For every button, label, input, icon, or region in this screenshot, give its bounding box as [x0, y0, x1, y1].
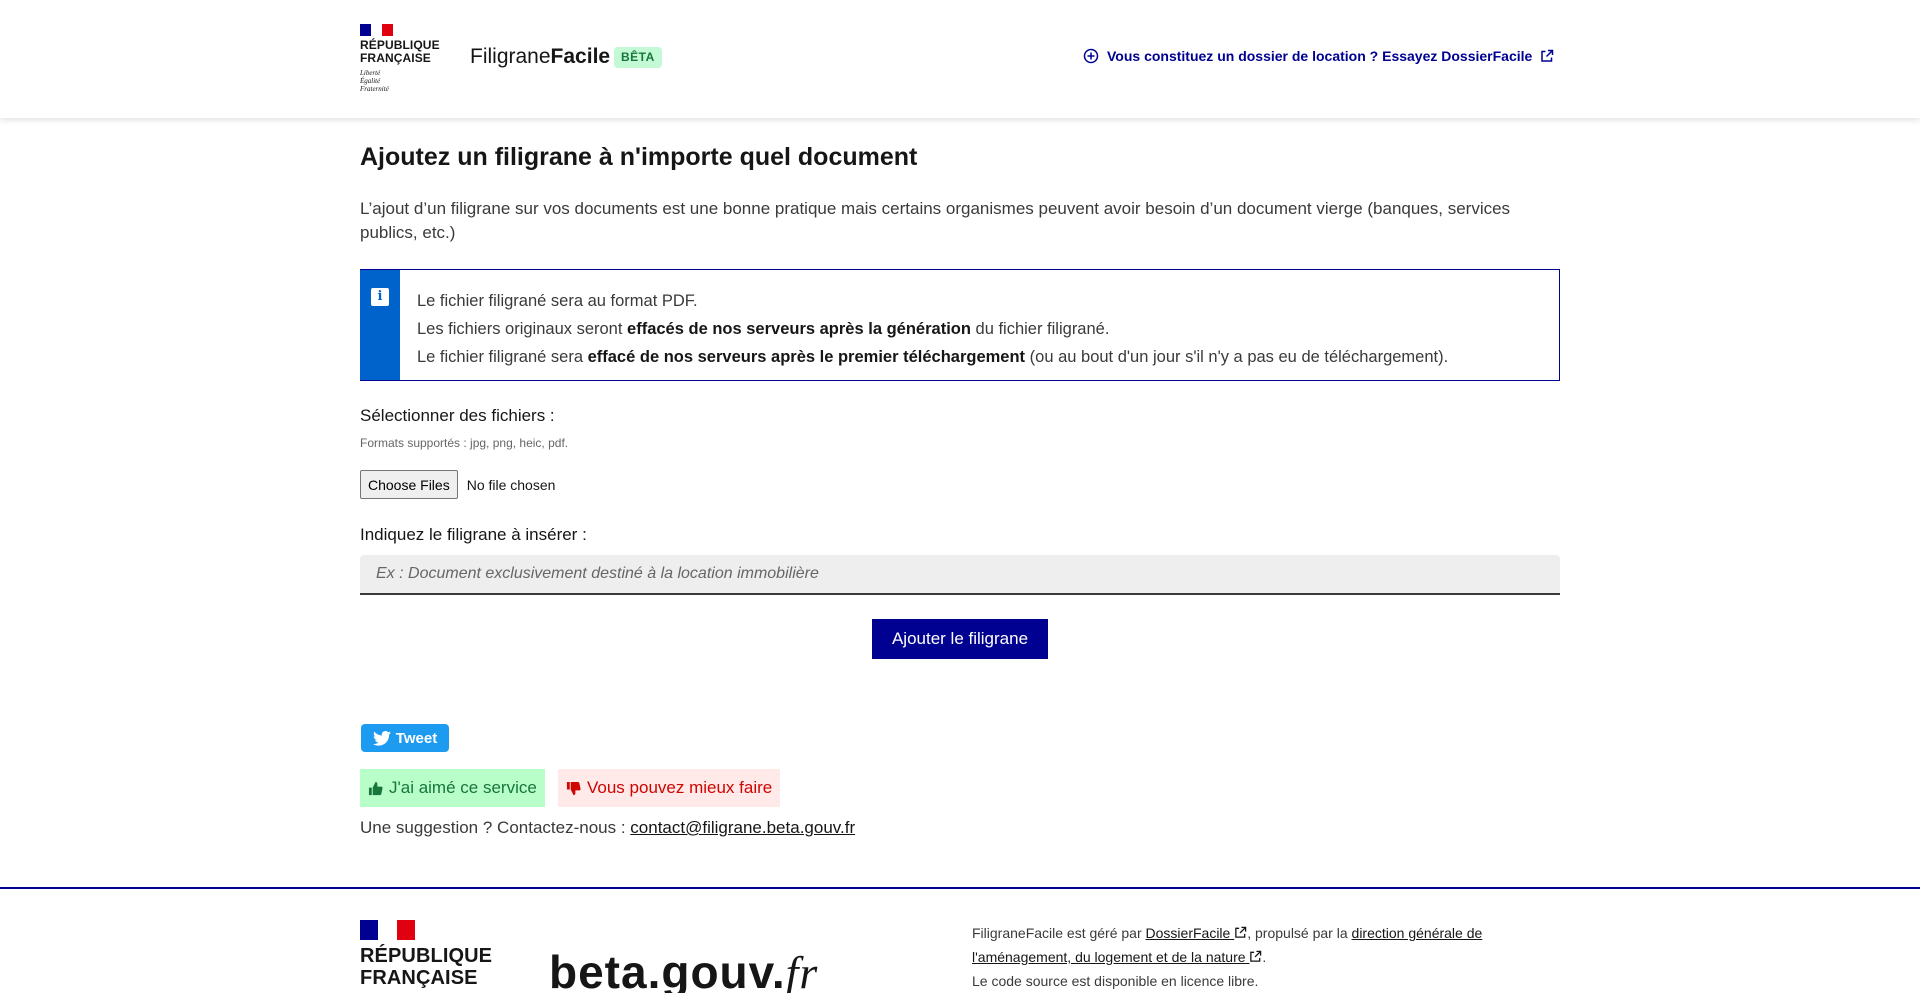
beta-badge: BÊTA: [614, 47, 662, 68]
callout-line-2-post: du fichier filigrané.: [970, 320, 1110, 338]
footer-republic-name-line1: RÉPUBLIQUE: [360, 945, 493, 967]
info-callout: i Le fichier filigrané sera au format PD…: [360, 269, 1560, 381]
could-do-better-button[interactable]: Vous pouvez mieux faire: [558, 769, 781, 807]
twitter-bird-icon: [372, 730, 391, 746]
republic-name-line2: FRANÇAISE: [360, 51, 431, 65]
file-status: No file chosen: [466, 476, 556, 493]
motto-line2: Égalité: [360, 77, 381, 85]
french-flag-icon: [360, 24, 393, 36]
callout-line-1: Le fichier filigrané sera au format PDF.: [417, 292, 698, 310]
intro-text: L’ajout d’un filigrane sur vos documents…: [360, 199, 1511, 242]
external-link-icon: [1541, 49, 1554, 62]
watermark-input[interactable]: [360, 555, 1560, 595]
file-input[interactable]: Choose Files No file chosen: [360, 470, 555, 499]
callout-bar: i: [360, 270, 400, 380]
thumbs-up-icon: [368, 781, 383, 795]
site-footer: RÉPUBLIQUE FRANÇAISE beta.gouv.fr Filigr…: [0, 887, 1920, 993]
suggestion-label: Une suggestion ? Contactez-nous :: [360, 818, 631, 837]
could-do-better-label: Vous pouvez mieux faire: [587, 778, 773, 797]
choose-files-button[interactable]: Choose Files: [360, 470, 458, 499]
callout-line-2: Les fichiers originaux seront effacés de…: [417, 315, 1448, 343]
dossierfacile-header-link[interactable]: Vous constituez un dossier de location ?…: [1083, 48, 1554, 64]
like-service-button[interactable]: J'ai aimé ce service: [360, 769, 545, 807]
footer-powered-text: , propulsé par la: [1247, 925, 1352, 941]
suggestion-text: Une suggestion ? Contactez-nous : contac…: [360, 818, 855, 838]
motto-line3: Fraternité: [360, 85, 389, 93]
external-link-icon: [1250, 950, 1262, 962]
footer-republic-name: RÉPUBLIQUE FRANÇAISE: [360, 945, 492, 989]
info-icon: i: [371, 288, 389, 306]
motto-line1: Liberté: [360, 69, 381, 77]
footer-republic-name-line2: FRANÇAISE: [360, 967, 478, 989]
dossierfacile-footer-link-label: DossierFacile: [1145, 925, 1231, 941]
files-label: Sélectionner des fichiers :: [360, 406, 555, 425]
site-title-part2: Facile: [550, 45, 611, 68]
watermark-label: Indiquez le filigrane à insérer :: [360, 525, 587, 544]
external-link-icon: [1235, 926, 1247, 938]
french-flag-icon: [360, 920, 415, 940]
site-title[interactable]: FiligraneFacile: [470, 45, 610, 69]
site-title-part1: Filigrane: [470, 45, 551, 68]
thumbs-down-icon: [566, 781, 581, 795]
republic-name: RÉPUBLIQUE FRANÇAISE: [360, 39, 440, 65]
callout-line-2-bold: effacés de nos serveurs après la générat…: [627, 320, 971, 338]
dossierfacile-footer-link[interactable]: DossierFacile: [1146, 925, 1248, 941]
tweet-button[interactable]: Tweet: [361, 724, 449, 752]
footer-managed-text: FiligraneFacile est géré par: [972, 925, 1146, 941]
beta-gouv-logo[interactable]: beta.gouv.fr: [549, 945, 818, 993]
republic-motto: Liberté Égalité Fraternité: [360, 69, 440, 93]
republique-francaise-logo[interactable]: RÉPUBLIQUE FRANÇAISE Liberté Égalité Fra…: [360, 24, 440, 93]
callout-line-3: Le fichier filigrané sera effacé de nos …: [417, 343, 1448, 371]
tweet-label: Tweet: [395, 729, 438, 747]
contact-email-link[interactable]: contact@filigrane.beta.gouv.fr: [630, 818, 855, 837]
dossierfacile-link-label: Vous constituez un dossier de location ?…: [1107, 48, 1533, 64]
callout-line-3-post: (ou au bout d'un jour s'il n'y a pas eu …: [1025, 348, 1449, 366]
like-service-label: J'ai aimé ce service: [389, 778, 537, 797]
footer-description: FiligraneFacile est géré par DossierFaci…: [972, 921, 1532, 993]
beta-gouv-logo-suffix: fr: [785, 947, 819, 993]
add-circle-icon: [1083, 48, 1099, 64]
callout-line-3-pre: Le fichier filigrané sera: [417, 348, 588, 366]
add-watermark-button[interactable]: Ajouter le filigrane: [872, 619, 1048, 659]
footer-republique-logo[interactable]: RÉPUBLIQUE FRANÇAISE: [360, 920, 492, 989]
beta-gouv-logo-main: beta.gouv.: [549, 946, 786, 993]
page-title: Ajoutez un filigrane à n'importe quel do…: [360, 143, 918, 171]
callout-line-3-bold: effacé de nos serveurs après le premier …: [587, 348, 1026, 366]
footer-powered-end: .: [1262, 949, 1267, 965]
files-hint: Formats supportés : jpg, png, heic, pdf.: [360, 436, 569, 450]
site-header: RÉPUBLIQUE FRANÇAISE Liberté Égalité Fra…: [0, 0, 1920, 118]
callout-body: Le fichier filigrané sera au format PDF.…: [400, 270, 1448, 380]
callout-line-2-pre: Les fichiers originaux seront: [417, 320, 628, 338]
footer-source-code: Le code source est disponible en licence…: [972, 973, 1259, 989]
